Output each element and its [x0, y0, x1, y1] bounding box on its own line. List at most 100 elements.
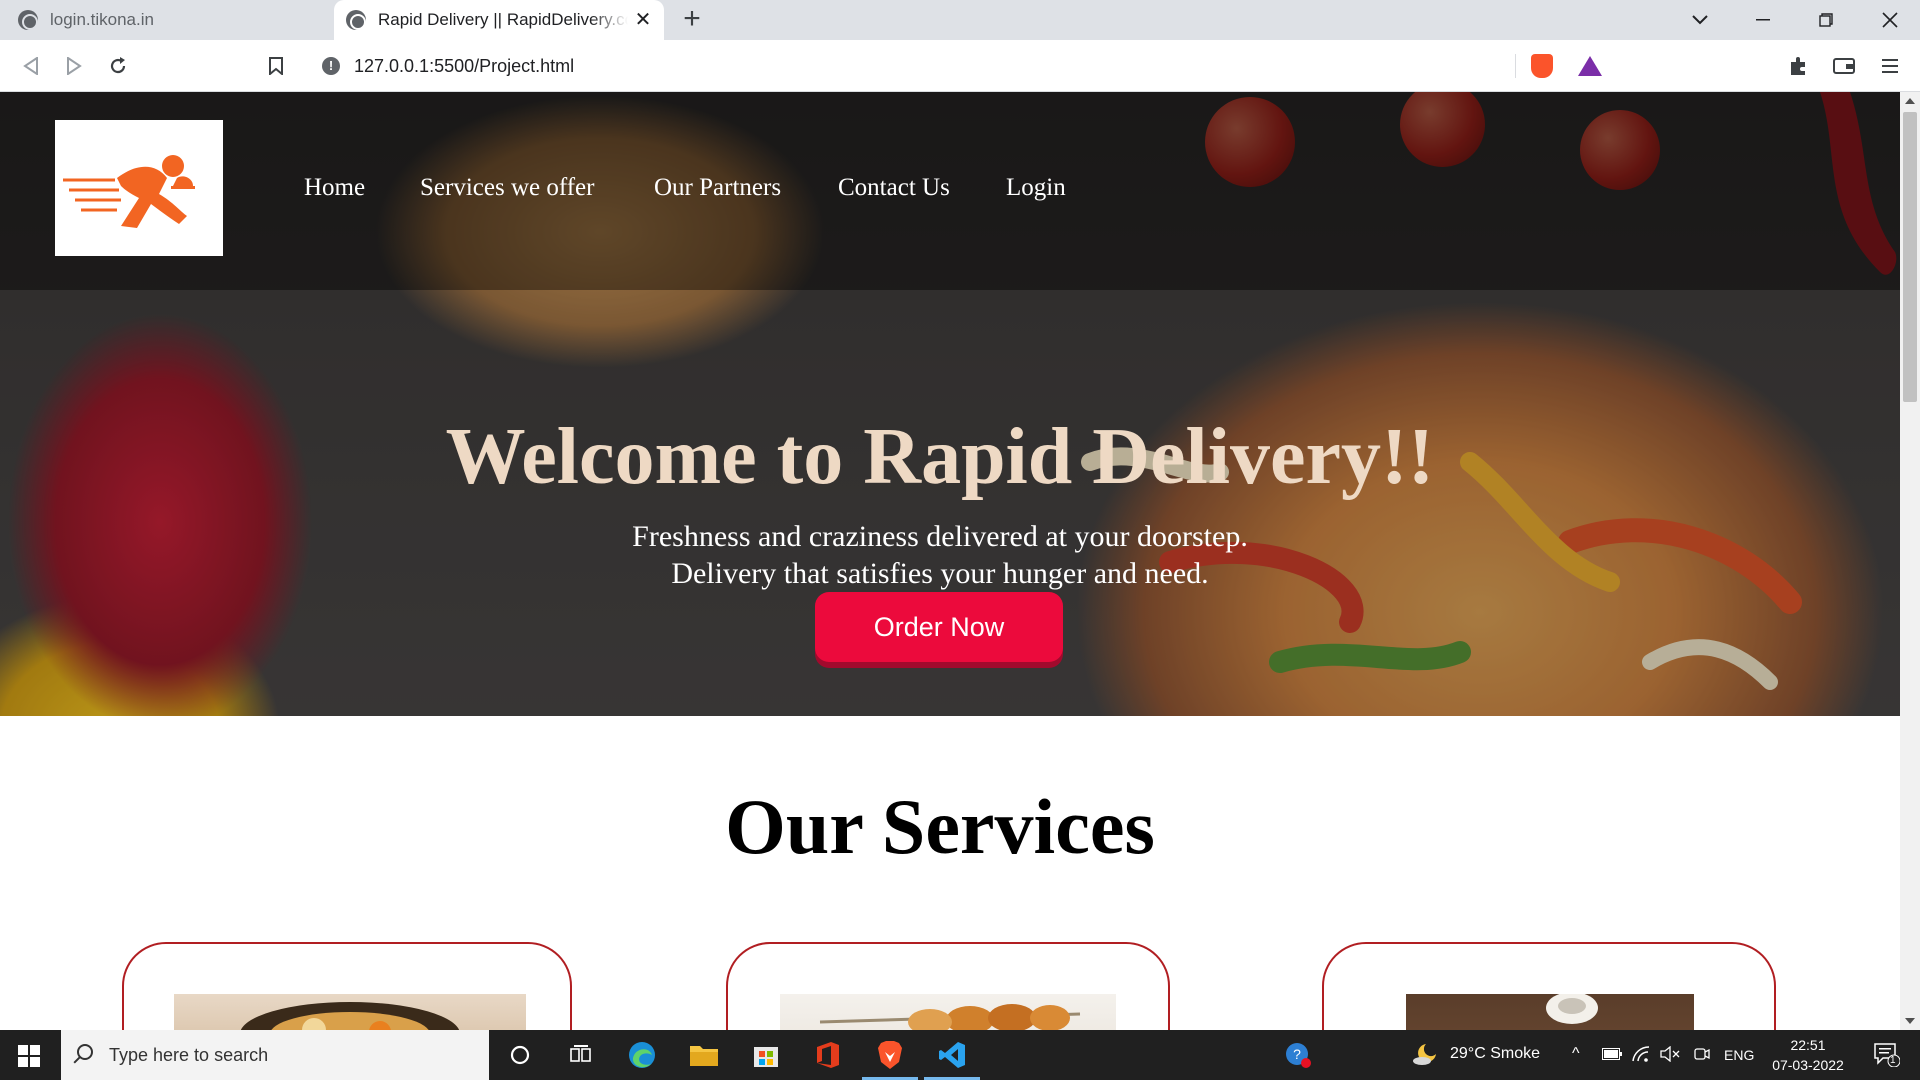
order-now-button[interactable]: Order Now	[815, 592, 1063, 662]
restore-button[interactable]	[1796, 0, 1856, 40]
clock-time: 22:51	[1790, 1037, 1826, 1053]
service-card[interactable]	[726, 942, 1170, 1030]
address-bar[interactable]: ! 127.0.0.1:5500/Project.html	[308, 46, 1614, 86]
tab-login-tikona[interactable]: login.tikona.in	[0, 0, 332, 40]
notification-center-button[interactable]: 1	[1862, 1030, 1912, 1080]
scroll-down-icon[interactable]	[1905, 1018, 1915, 1024]
new-tab-button[interactable]: +	[678, 4, 706, 34]
tab-rapid-delivery[interactable]: Rapid Delivery || RapidDelivery.com ✕	[334, 0, 664, 40]
reload-button[interactable]	[104, 52, 132, 80]
volume-muted-icon[interactable]	[1660, 1045, 1680, 1067]
taskbar-search-box[interactable]: Type here to search	[61, 1030, 489, 1080]
brave-shields-icon[interactable]	[1531, 54, 1553, 78]
help-question-icon: ?	[1286, 1043, 1311, 1068]
page-scrollbar[interactable]	[1900, 92, 1920, 1030]
nav-contact-link[interactable]: Contact Us	[838, 174, 950, 202]
windows-start-icon[interactable]	[18, 1045, 40, 1067]
clock-date: 07-03-2022	[1772, 1057, 1844, 1073]
service-card[interactable]	[122, 942, 572, 1030]
tab-title: login.tikona.in	[50, 10, 154, 29]
bookmark-icon	[269, 57, 283, 75]
brave-icon	[878, 1041, 902, 1069]
hero-subtitle-line2: Delivery that satisfies your hunger and …	[671, 557, 1209, 590]
close-tab-icon[interactable]: ✕	[632, 9, 654, 31]
vscode-icon	[939, 1042, 965, 1068]
menu-icon	[1882, 59, 1898, 73]
office-logo-icon	[817, 1042, 839, 1068]
globe-icon	[346, 10, 366, 30]
file-explorer-icon[interactable]	[674, 1030, 734, 1080]
wifi-glyph-icon	[1632, 1046, 1650, 1062]
scroll-up-icon[interactable]	[1905, 98, 1915, 104]
forward-button[interactable]	[60, 52, 88, 80]
weather-text[interactable]: 29°C Smoke	[1450, 1045, 1540, 1063]
edge-logo-icon	[629, 1042, 655, 1068]
system-clock[interactable]: 22:51 07-03-2022	[1748, 1035, 1868, 1075]
chevron-down-icon	[1692, 15, 1708, 25]
task-view-icon[interactable]	[551, 1030, 611, 1080]
nav-home-link[interactable]: Home	[304, 174, 365, 202]
notification-count: 1	[1890, 1055, 1896, 1066]
help-app-icon[interactable]: ?	[1268, 1030, 1328, 1080]
close-icon	[1882, 12, 1898, 28]
moon-cloud-icon	[1413, 1044, 1436, 1065]
extensions-button[interactable]	[1784, 52, 1812, 80]
minimize-button[interactable]	[1733, 0, 1793, 40]
search-icon	[77, 1044, 93, 1060]
service-card[interactable]	[1322, 942, 1776, 1030]
close-window-button[interactable]	[1860, 0, 1920, 40]
camera-icon	[1694, 1048, 1710, 1060]
brave-browser-taskbar-icon[interactable]	[860, 1030, 920, 1080]
notification-icon	[1874, 1043, 1900, 1067]
bookmark-button[interactable]	[262, 52, 290, 80]
site-logo[interactable]	[55, 120, 223, 256]
forward-icon	[67, 57, 82, 75]
site-info-icon[interactable]: !	[322, 57, 340, 75]
edge-icon[interactable]	[612, 1030, 672, 1080]
nav-partners-link[interactable]: Our Partners	[654, 174, 781, 202]
minimize-icon	[1756, 19, 1770, 21]
show-hidden-icons-icon[interactable]: ^	[1572, 1045, 1580, 1063]
noodle-bowl-image	[240, 1002, 460, 1030]
running-delivery-logo-icon	[63, 155, 195, 228]
hero-title: Welcome to Rapid Delivery!!	[445, 413, 1435, 501]
store-bag-icon	[754, 1047, 778, 1067]
tab-title: Rapid Delivery || RapidDelivery.com	[378, 10, 628, 29]
hero-subtitle-line1: Freshness and craziness delivered at you…	[632, 520, 1248, 553]
back-button[interactable]	[17, 52, 45, 80]
tab-search-button[interactable]	[1670, 0, 1730, 40]
globe-icon	[18, 10, 38, 30]
weather-moon-icon[interactable]	[1412, 1042, 1438, 1071]
speaker-mute-icon	[1660, 1045, 1680, 1063]
divider	[1515, 54, 1516, 78]
meet-now-icon[interactable]	[1694, 1046, 1710, 1067]
extensions-icon	[1791, 57, 1805, 75]
wallet-button[interactable]	[1830, 52, 1858, 80]
wifi-icon[interactable]	[1632, 1046, 1650, 1067]
scrollbar-thumb[interactable]	[1903, 112, 1917, 402]
task-view-glyph-icon	[570, 1045, 591, 1062]
windows-taskbar: Type here to search ? 29°C Smoke ^ ENG 2…	[0, 1030, 1920, 1080]
tab-strip: login.tikona.in Rapid Delivery || RapidD…	[0, 0, 1920, 40]
menu-button[interactable]	[1876, 52, 1904, 80]
nav-services-link[interactable]: Services we offer	[420, 174, 594, 202]
browser-toolbar: ! 127.0.0.1:5500/Project.html	[0, 40, 1920, 92]
services-heading: Our Services	[725, 783, 1155, 870]
cortana-circle-icon	[510, 1045, 530, 1065]
reload-icon	[110, 57, 126, 74]
url-text[interactable]: 127.0.0.1:5500/Project.html	[354, 56, 574, 77]
navbar-background	[0, 92, 1900, 290]
cortana-icon[interactable]	[490, 1030, 550, 1080]
battery-icon[interactable]	[1602, 1047, 1622, 1065]
wallet-icon	[1833, 58, 1855, 74]
office-icon[interactable]	[798, 1030, 858, 1080]
nav-login-link[interactable]: Login	[1006, 174, 1066, 202]
svg-text:?: ?	[1293, 1046, 1301, 1062]
brave-rewards-icon[interactable]	[1578, 56, 1602, 76]
service-image	[174, 994, 526, 1030]
battery-glyph-icon	[1602, 1048, 1622, 1060]
search-placeholder: Type here to search	[109, 1045, 269, 1065]
vscode-taskbar-icon[interactable]	[922, 1030, 982, 1080]
microsoft-store-icon[interactable]	[736, 1030, 796, 1080]
service-image	[780, 994, 1116, 1030]
